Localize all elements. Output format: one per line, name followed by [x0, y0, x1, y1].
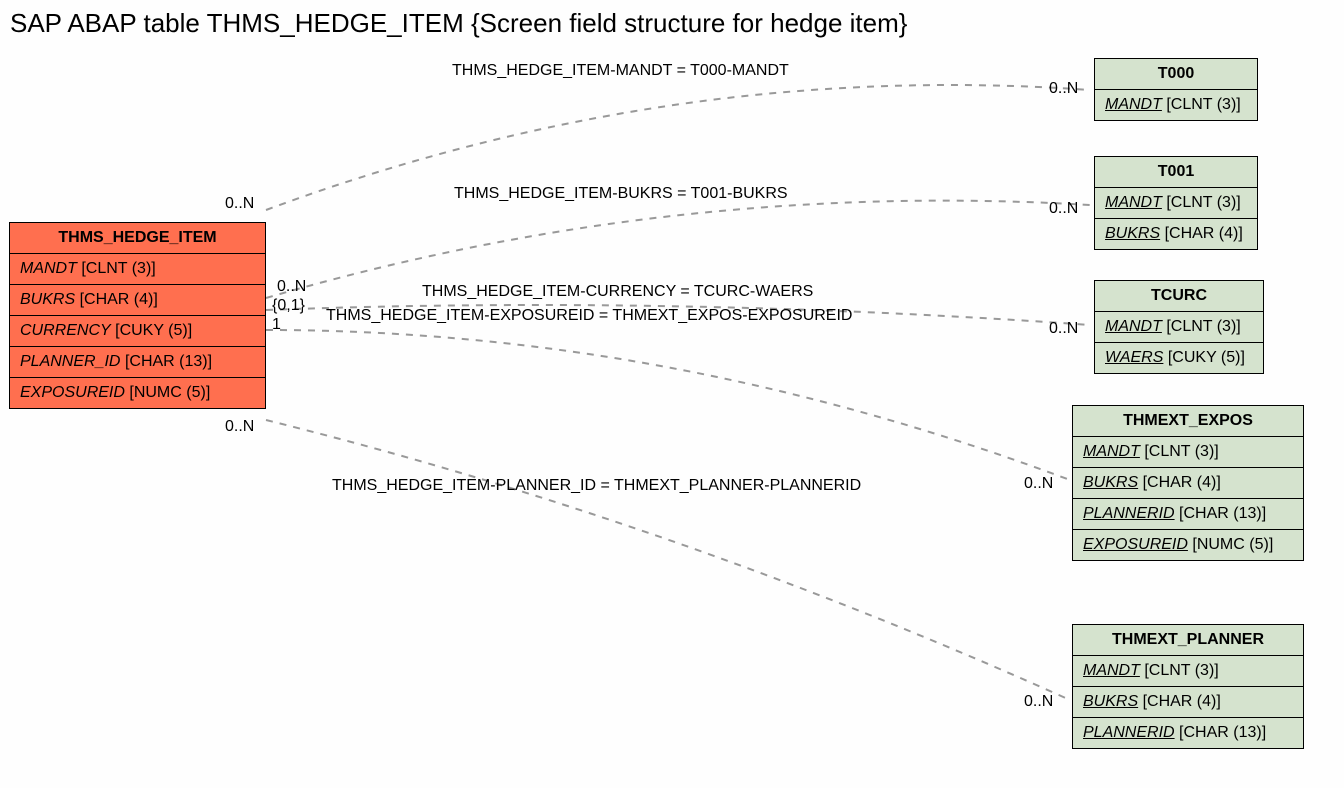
- entity-tcurc: TCURC MANDT [CLNT (3)] WAERS [CUKY (5)]: [1094, 280, 1264, 374]
- entity-header: THMS_HEDGE_ITEM: [10, 223, 265, 254]
- relation-label: THMS_HEDGE_ITEM-CURRENCY = TCURC-WAERS: [422, 283, 813, 301]
- entity-field: EXPOSUREID [NUMC (5)]: [1073, 530, 1303, 560]
- entity-field: BUKRS [CHAR (4)]: [1073, 468, 1303, 499]
- cardinality: 0..N: [225, 418, 254, 436]
- entity-field: MANDT [CLNT (3)]: [1095, 312, 1263, 343]
- cardinality: 0..N: [1049, 80, 1078, 98]
- page-title: SAP ABAP table THMS_HEDGE_ITEM {Screen f…: [10, 8, 907, 39]
- entity-field: BUKRS [CHAR (4)]: [10, 285, 265, 316]
- relation-label: THMS_HEDGE_ITEM-PLANNER_ID = THMEXT_PLAN…: [332, 477, 861, 495]
- entity-field: PLANNER_ID [CHAR (13)]: [10, 347, 265, 378]
- cardinality: 0..N: [1049, 320, 1078, 338]
- entity-field: MANDT [CLNT (3)]: [1073, 656, 1303, 687]
- entity-field: PLANNERID [CHAR (13)]: [1073, 718, 1303, 748]
- relation-label: THMS_HEDGE_ITEM-BUKRS = T001-BUKRS: [454, 185, 788, 203]
- entity-field: PLANNERID [CHAR (13)]: [1073, 499, 1303, 530]
- cardinality: 0..N: [1049, 200, 1078, 218]
- entity-thms-hedge-item: THMS_HEDGE_ITEM MANDT [CLNT (3)] BUKRS […: [9, 222, 266, 409]
- cardinality: 0..N: [225, 195, 254, 213]
- entity-field: MANDT [CLNT (3)]: [1073, 437, 1303, 468]
- cardinality: {0,1}: [272, 297, 305, 315]
- entity-header: T001: [1095, 157, 1257, 188]
- entity-thmext-planner: THMEXT_PLANNER MANDT [CLNT (3)] BUKRS [C…: [1072, 624, 1304, 749]
- entity-field: MANDT [CLNT (3)]: [1095, 188, 1257, 219]
- entity-field: WAERS [CUKY (5)]: [1095, 343, 1263, 373]
- cardinality: 0..N: [1024, 475, 1053, 493]
- relation-label: THMS_HEDGE_ITEM-MANDT = T000-MANDT: [452, 62, 789, 80]
- entity-field: MANDT [CLNT (3)]: [10, 254, 265, 285]
- entity-header: THMEXT_PLANNER: [1073, 625, 1303, 656]
- entity-field: BUKRS [CHAR (4)]: [1095, 219, 1257, 249]
- entity-t001: T001 MANDT [CLNT (3)] BUKRS [CHAR (4)]: [1094, 156, 1258, 250]
- cardinality: 0..N: [1024, 693, 1053, 711]
- entity-field: EXPOSUREID [NUMC (5)]: [10, 378, 265, 408]
- entity-t000: T000 MANDT [CLNT (3)]: [1094, 58, 1258, 121]
- entity-header: THMEXT_EXPOS: [1073, 406, 1303, 437]
- relation-label: THMS_HEDGE_ITEM-EXPOSUREID = THMEXT_EXPO…: [326, 307, 852, 325]
- cardinality: 0..N: [277, 278, 306, 296]
- entity-thmext-expos: THMEXT_EXPOS MANDT [CLNT (3)] BUKRS [CHA…: [1072, 405, 1304, 561]
- entity-header: TCURC: [1095, 281, 1263, 312]
- entity-header: T000: [1095, 59, 1257, 90]
- entity-field: BUKRS [CHAR (4)]: [1073, 687, 1303, 718]
- cardinality: 1: [272, 316, 281, 334]
- entity-field: MANDT [CLNT (3)]: [1095, 90, 1257, 120]
- entity-field: CURRENCY [CUKY (5)]: [10, 316, 265, 347]
